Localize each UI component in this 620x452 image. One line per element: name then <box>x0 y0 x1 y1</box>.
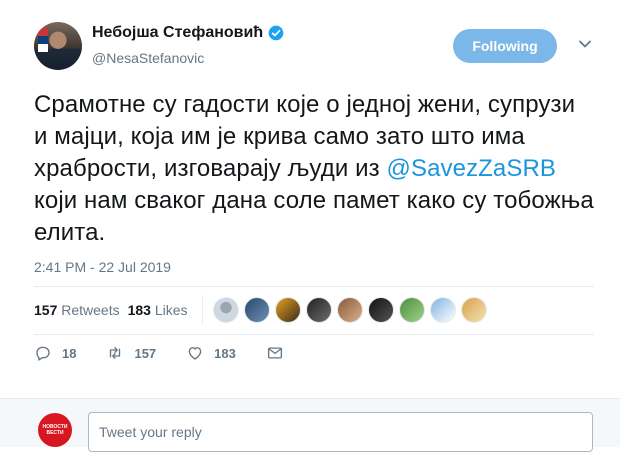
flag-icon <box>38 28 48 52</box>
following-button[interactable]: Following <box>453 29 557 63</box>
chevron-down-icon[interactable] <box>578 37 592 51</box>
tweet-actions: 18 157 183 <box>34 344 324 362</box>
heart-icon <box>188 347 202 360</box>
liker-avatar[interactable] <box>305 297 332 323</box>
likes-label: Likes <box>154 302 188 318</box>
direct-message-button[interactable] <box>266 344 294 362</box>
liker-avatar[interactable] <box>460 297 487 323</box>
reply-count: 18 <box>62 345 77 361</box>
tweet-stats: 157 Retweets 183 Likes <box>34 294 492 326</box>
liker-avatar[interactable] <box>367 297 394 323</box>
retweets-label: Retweets <box>61 302 120 318</box>
author-handle[interactable]: @NesaStefanovic <box>92 50 204 66</box>
divider <box>34 334 594 335</box>
retweets-count: 157 <box>34 302 58 318</box>
current-user-avatar[interactable]: НОВОСТИ ВЕСТИ <box>38 413 72 447</box>
liker-avatar[interactable] <box>398 297 425 323</box>
liker-avatar[interactable] <box>243 297 270 323</box>
direct-message-icon <box>267 347 282 359</box>
retweet-button[interactable]: 157 <box>106 344 156 362</box>
author-display-name[interactable]: Небојша Стефановић <box>92 24 263 42</box>
tweet-text-part: који нам сваког дана соле памет како су … <box>34 187 594 246</box>
likes-stat[interactable]: 183 Likes <box>128 302 188 318</box>
like-button[interactable]: 183 <box>186 344 236 362</box>
author-name-row: Небојша Стефановић <box>92 24 284 42</box>
avatar-logo-text: ВЕСТИ <box>46 430 64 436</box>
retweet-count: 157 <box>134 345 157 361</box>
reply-button[interactable]: 18 <box>34 344 76 362</box>
liker-avatar[interactable] <box>336 297 363 323</box>
verified-badge-icon <box>268 25 284 41</box>
likes-count: 183 <box>127 302 151 318</box>
reply-input[interactable] <box>88 412 593 452</box>
divider <box>34 286 594 287</box>
reply-icon <box>36 346 50 361</box>
liker-avatars <box>212 297 492 323</box>
liker-avatar[interactable] <box>212 297 239 323</box>
tweet-text: Срамотне су гадости које о једној жени, … <box>34 89 594 249</box>
liker-avatar[interactable] <box>274 297 301 323</box>
retweet-icon <box>110 347 121 359</box>
mention-link[interactable]: @SavezZaSRB <box>387 155 557 182</box>
tweet-detail: Небојша Стефановић @NesaStefanovic Follo… <box>0 0 620 452</box>
divider <box>201 295 203 325</box>
liker-avatar[interactable] <box>429 297 456 323</box>
tweet-timestamp[interactable]: 2:41 PM - 22 Jul 2019 <box>34 259 171 275</box>
retweets-stat[interactable]: 157 Retweets <box>34 302 120 318</box>
reply-composer: НОВОСТИ ВЕСТИ <box>0 398 620 452</box>
author-avatar[interactable] <box>34 22 82 70</box>
like-count: 183 <box>214 345 236 361</box>
